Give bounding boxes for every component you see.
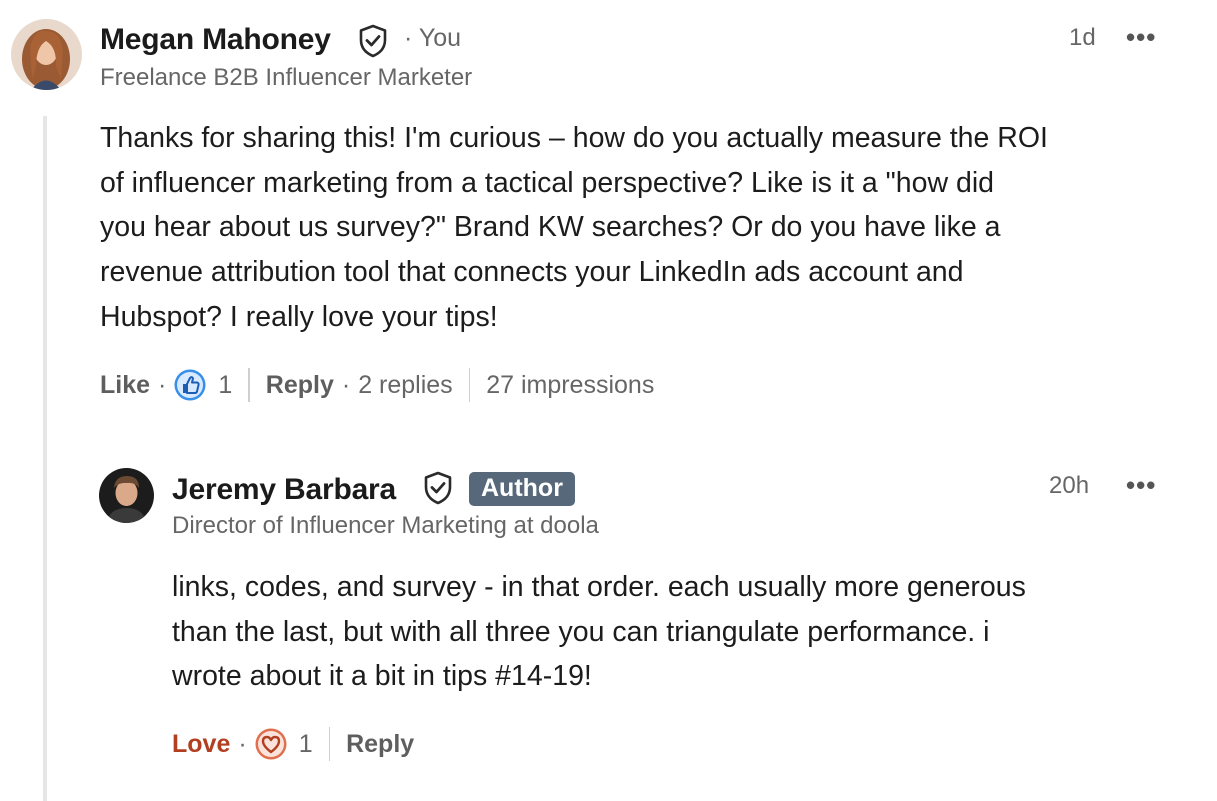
more-options-icon[interactable]: •••	[1126, 470, 1156, 501]
reply-timestamp: 20h	[1049, 472, 1090, 499]
verified-shield-icon	[422, 471, 454, 510]
replies-count-link[interactable]: 2 replies	[358, 371, 453, 400]
reaction-count[interactable]: 1	[299, 730, 313, 759]
heart-icon[interactable]	[255, 728, 287, 760]
verified-shield-icon	[357, 24, 389, 63]
comment-timestamp: 1d	[1069, 24, 1096, 51]
reply-button[interactable]: Reply	[266, 371, 334, 400]
reaction-count[interactable]: 1	[218, 371, 232, 400]
separator-dot: ·	[341, 370, 351, 399]
like-button[interactable]: Like	[100, 371, 150, 400]
comment-body-line: you hear about us survey?" Brand KW sear…	[100, 211, 1001, 244]
thread-line	[43, 116, 47, 801]
reply-body-line: wrote about it a bit in tips #14-19!	[172, 660, 592, 693]
author-badge: Author	[469, 472, 575, 506]
reply-body: links, codes, and survey - in that order…	[172, 565, 1202, 699]
avatar-megan[interactable]	[11, 19, 82, 90]
comment-body-line: of influencer marketing from a tactical …	[100, 166, 995, 199]
reply-body-line: than the last, but with all three you ca…	[172, 615, 990, 648]
more-options-icon[interactable]: •••	[1126, 22, 1156, 53]
reply-actions: Love · 1 Reply	[172, 725, 414, 763]
divider	[248, 368, 250, 402]
comment-body-line: Hubspot? I really love your tips!	[100, 300, 498, 333]
comment-author-name[interactable]: Megan Mahoney	[100, 23, 331, 57]
thumbs-up-icon[interactable]	[174, 369, 206, 401]
avatar-jeremy[interactable]	[99, 468, 154, 523]
divider	[468, 368, 471, 402]
comment-body-line: revenue attribution tool that connects y…	[100, 256, 964, 289]
love-button[interactable]: Love	[172, 730, 230, 759]
comment-body-line: Thanks for sharing this! I'm curious – h…	[100, 122, 1048, 154]
comment-body: Thanks for sharing this! I'm curious – h…	[100, 116, 1200, 340]
you-label: · You	[404, 24, 462, 52]
comment-actions: Like · 1 Reply · 2 replies 27 impression…	[100, 366, 654, 404]
reply-button[interactable]: Reply	[346, 730, 414, 759]
comment-author-headline: Freelance B2B Influencer Marketer	[100, 64, 473, 91]
divider	[328, 727, 331, 761]
reply-body-line: links, codes, and survey - in that order…	[172, 571, 1026, 603]
impressions-count[interactable]: 27 impressions	[486, 371, 654, 400]
reply-author-name[interactable]: Jeremy Barbara	[172, 473, 396, 507]
separator-dot: ·	[238, 729, 247, 758]
separator-dot: ·	[158, 370, 167, 399]
reply-author-headline: Director of Influencer Marketing at dool…	[172, 512, 599, 539]
